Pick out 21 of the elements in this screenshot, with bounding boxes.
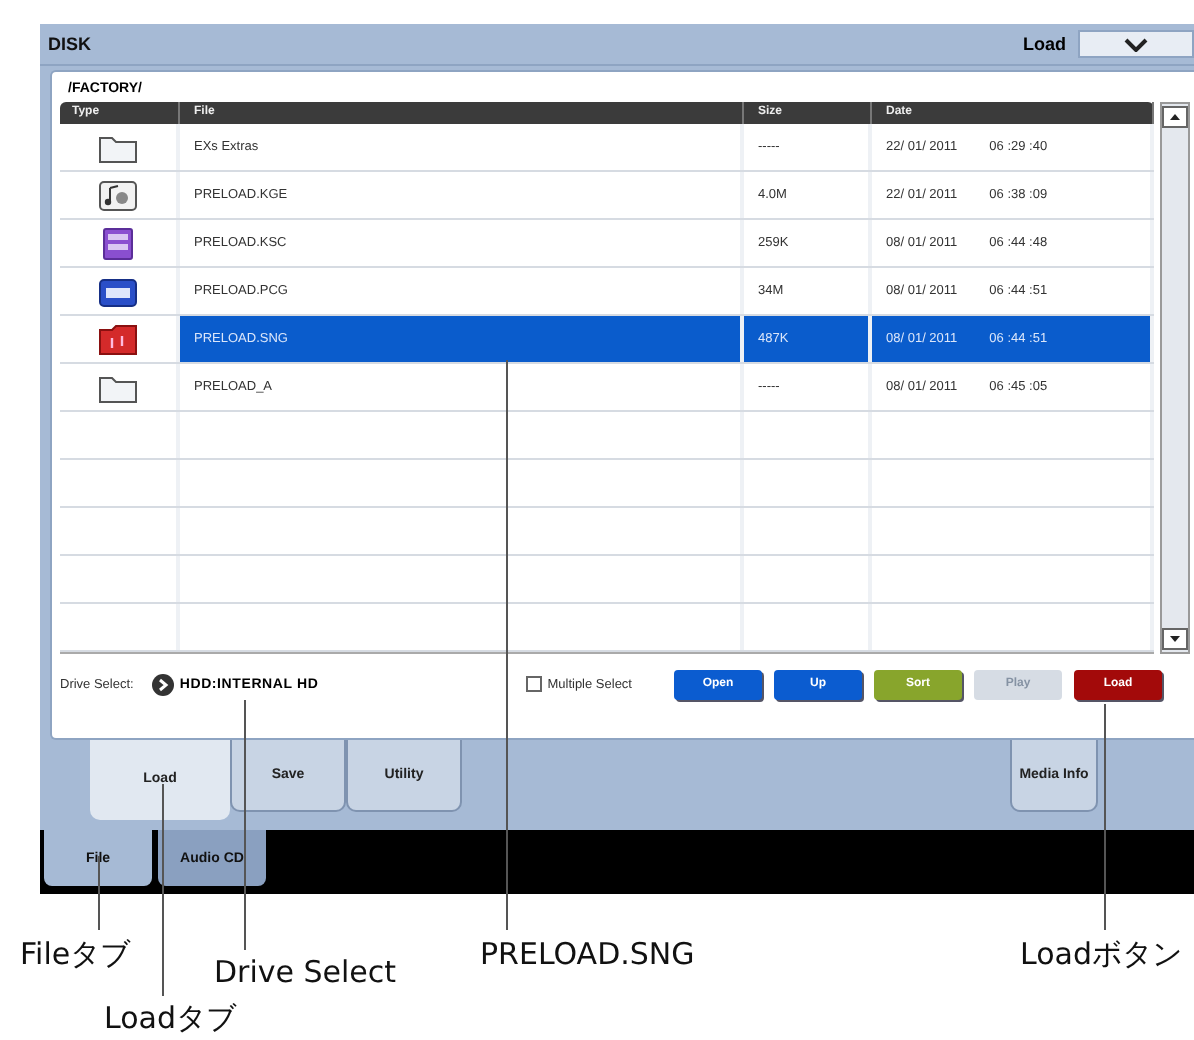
file-icon: [98, 275, 138, 307]
callout-label: Fileタブ: [20, 936, 131, 972]
checkbox[interactable]: [525, 676, 542, 692]
scroll-bar[interactable]: [1160, 102, 1190, 654]
callout-label: Drive Select: [214, 954, 397, 990]
leader-line: [98, 856, 100, 930]
song-folder-icon: [98, 323, 138, 355]
chevron-down-icon: [1124, 37, 1148, 51]
music-file-icon: [98, 179, 138, 211]
callout-label: Loadボタン: [1020, 936, 1182, 972]
folder-icon: [98, 131, 138, 163]
scroll-down-icon[interactable]: [1162, 628, 1188, 650]
mode-dropdown[interactable]: [1078, 30, 1194, 58]
mode-label: Load: [1023, 34, 1066, 54]
callout-label: PRELOAD.SNG: [480, 936, 695, 972]
document-icon: [98, 227, 138, 259]
folder-icon: [98, 371, 138, 403]
scroll-up-icon[interactable]: [1162, 106, 1188, 128]
arrow-right-icon[interactable]: [151, 673, 174, 695]
callout-label: Loadタブ: [104, 1000, 236, 1036]
window-title: DISK: [48, 34, 94, 54]
